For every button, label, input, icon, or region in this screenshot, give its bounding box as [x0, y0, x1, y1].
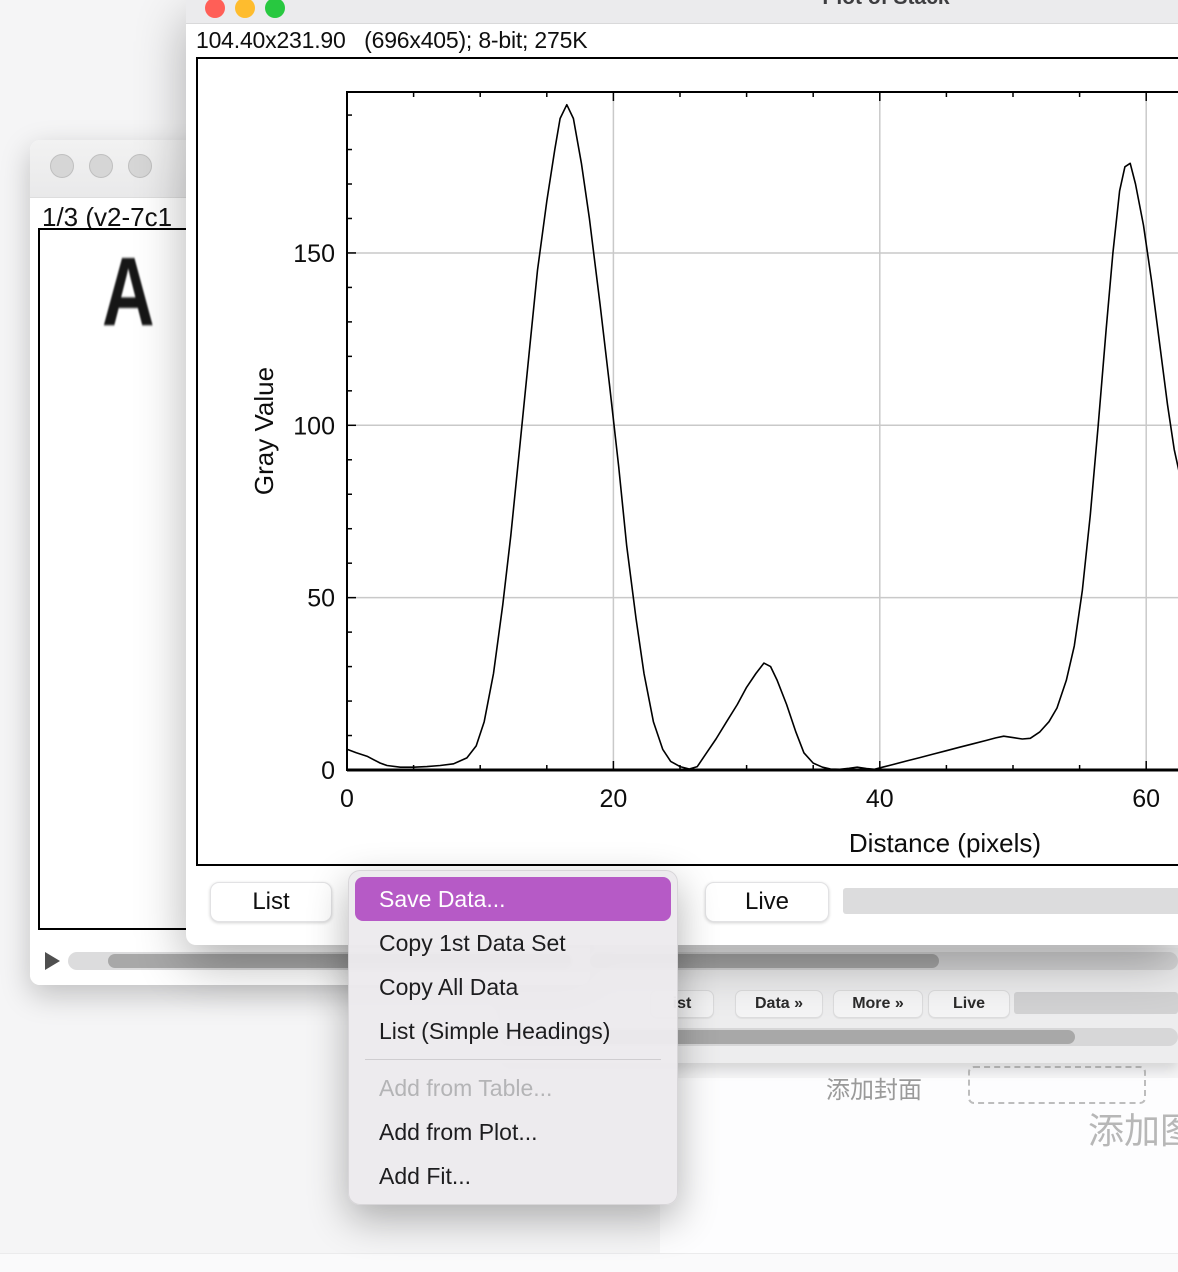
close-button[interactable] [50, 154, 74, 178]
axis-tick-label: 0 [321, 757, 335, 785]
profile-plot: 0 20 40 60 0 50 100 150 Gray Value Distance (pixe… [198, 59, 1178, 864]
x-axis-title: Distance (pixels) [849, 828, 1041, 858]
axis-tick-label: 0 [340, 785, 354, 813]
zoom-button[interactable] [265, 0, 285, 18]
axis-tick-label: 50 [307, 585, 335, 613]
menu-item-add-from-table: Add from Table... [355, 1066, 671, 1110]
image-content-letter: A [102, 236, 155, 348]
axis-tick-label: 60 [1132, 785, 1160, 813]
menu-item-copy-all-data[interactable]: Copy All Data [355, 965, 671, 1009]
menu-separator [365, 1059, 661, 1060]
play-icon[interactable] [45, 952, 60, 970]
bottom-band [0, 1253, 1178, 1272]
plot-frame-slider[interactable] [843, 888, 1178, 914]
background-live-button[interactable]: Live [928, 990, 1010, 1018]
minimize-button[interactable] [89, 154, 113, 178]
background-progress-bar [1014, 992, 1178, 1014]
axis-tick-label: 150 [293, 240, 335, 268]
window-title: Plot of Stack [746, 0, 1026, 10]
plot-titlebar[interactable]: Plot of Stack [186, 0, 1178, 24]
background-scrollbar[interactable] [590, 952, 1178, 970]
background-data-button[interactable]: Data » [735, 990, 823, 1018]
minimize-button[interactable] [235, 0, 255, 18]
background-more-button[interactable]: More » [833, 990, 923, 1018]
menu-item-list-simple-headings[interactable]: List (Simple Headings) [355, 1009, 671, 1053]
add-image-dropzone[interactable] [968, 1066, 1146, 1104]
list-button[interactable]: List [210, 882, 332, 922]
plot-info-line: 104.40x231.90 (696x405); 8-bit; 275K [196, 27, 587, 54]
add-cover-label[interactable]: 添加封面 [826, 1070, 922, 1105]
menu-item-save-data[interactable]: Save Data... [355, 877, 671, 921]
axis-tick-label: 20 [599, 785, 627, 813]
y-axis-title: Gray Value [249, 367, 279, 495]
data-context-menu: Save Data...Copy 1st Data SetCopy All Da… [348, 870, 678, 1205]
zoom-button[interactable] [128, 154, 152, 178]
plot-canvas[interactable]: 0 20 40 60 0 50 100 150 Gray Value Distance (pixe… [196, 57, 1178, 866]
menu-item-add-fit[interactable]: Add Fit... [355, 1154, 671, 1198]
add-image-label[interactable]: 添加图 [1088, 1102, 1178, 1154]
live-button[interactable]: Live [705, 882, 829, 922]
axis-tick-label: 40 [866, 785, 894, 813]
menu-item-copy-1st-data-set[interactable]: Copy 1st Data Set [355, 921, 671, 965]
close-button[interactable] [205, 0, 225, 18]
plot-of-stack-window: Plot of Stack 104.40x231.90 (696x405); 8… [186, 0, 1178, 945]
profile-curve [347, 105, 1178, 770]
axis-tick-label: 100 [293, 412, 335, 440]
menu-item-add-from-plot[interactable]: Add from Plot... [355, 1110, 671, 1154]
